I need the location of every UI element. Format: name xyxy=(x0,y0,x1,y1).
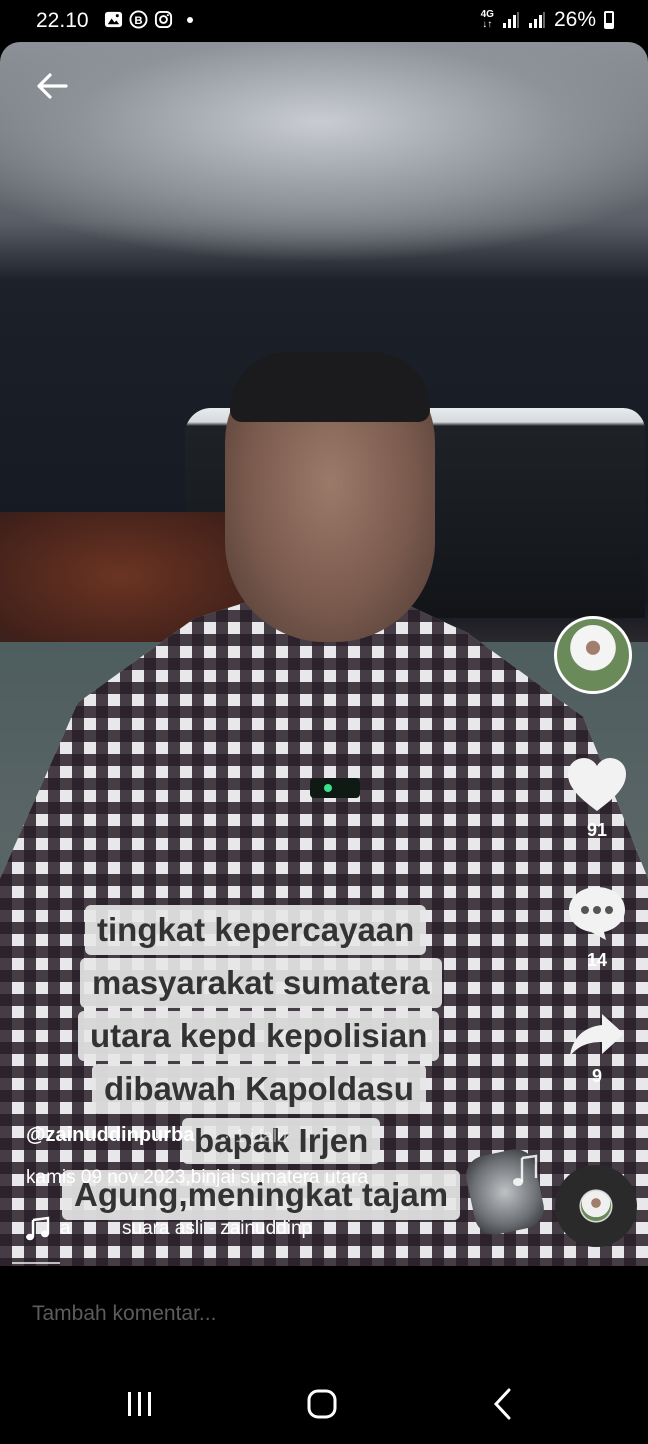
more-notifications-dot xyxy=(187,16,193,23)
share-button[interactable]: 9 xyxy=(557,1010,637,1087)
creator-avatar[interactable] xyxy=(554,616,632,694)
back-nav-icon[interactable] xyxy=(484,1386,524,1422)
music-disc-icon[interactable] xyxy=(555,1165,637,1247)
comment-button[interactable]: 14 xyxy=(557,884,637,971)
instagram-icon xyxy=(154,10,173,29)
like-button[interactable]: 91 xyxy=(557,756,637,841)
caption-line: dibawah Kapoldasu xyxy=(92,1064,426,1114)
gallery-icon xyxy=(104,11,123,28)
home-icon[interactable] xyxy=(302,1386,342,1422)
caption-line: utara kepd kepolisian xyxy=(78,1011,440,1061)
status-bar: 22.10 B 4G ↓↑ 26% xyxy=(0,0,648,42)
svg-text:B: B xyxy=(134,15,142,27)
battery-icon xyxy=(604,11,614,29)
share-count: 9 xyxy=(591,1066,602,1086)
heart-icon xyxy=(568,758,626,811)
recent-apps-icon[interactable] xyxy=(120,1386,160,1422)
floating-music-note-icon xyxy=(513,1154,538,1186)
music-note-icon xyxy=(26,1216,50,1241)
share-arrow-icon xyxy=(570,1014,624,1056)
like-count: 91 xyxy=(586,820,608,840)
status-time: 22.10 xyxy=(36,9,89,32)
music-title: suara asli - zainuddinp xyxy=(122,1218,313,1239)
signal-icon xyxy=(502,12,519,28)
signal-icon-2 xyxy=(528,12,545,28)
comment-count: 14 xyxy=(586,950,608,970)
creator-username[interactable]: @zainuddinpurba xyxy=(26,1124,194,1147)
person-hair xyxy=(230,352,430,422)
battery-percent: 26% xyxy=(553,8,596,31)
lapel-mic xyxy=(310,778,360,798)
comment-bubble-icon xyxy=(569,887,625,940)
system-nav-bar xyxy=(0,1364,648,1444)
comment-input[interactable]: Tambah komentar... xyxy=(32,1302,216,1326)
caption-line: tingkat kepercayaan xyxy=(85,905,427,955)
network-type: 4G ↓↑ xyxy=(480,9,494,30)
post-time: · 1 j lalu xyxy=(224,1126,288,1146)
music-scroll-prefix: a xyxy=(60,1218,71,1239)
caption-line: masyarakat sumatera xyxy=(80,958,442,1008)
b-app-icon: B xyxy=(129,10,148,29)
back-arrow-icon[interactable] xyxy=(34,68,70,104)
status-right: 4G ↓↑ 26% xyxy=(481,8,614,32)
comment-bar[interactable]: Tambah komentar... xyxy=(0,1266,648,1364)
music-info[interactable]: a suara asli - zainuddinp xyxy=(26,1216,312,1242)
notification-icons: B xyxy=(104,10,193,29)
video-progress-bar[interactable] xyxy=(12,1262,60,1264)
post-description[interactable]: kamis 09 nov 2023,binjai sumatera utara xyxy=(26,1167,368,1189)
